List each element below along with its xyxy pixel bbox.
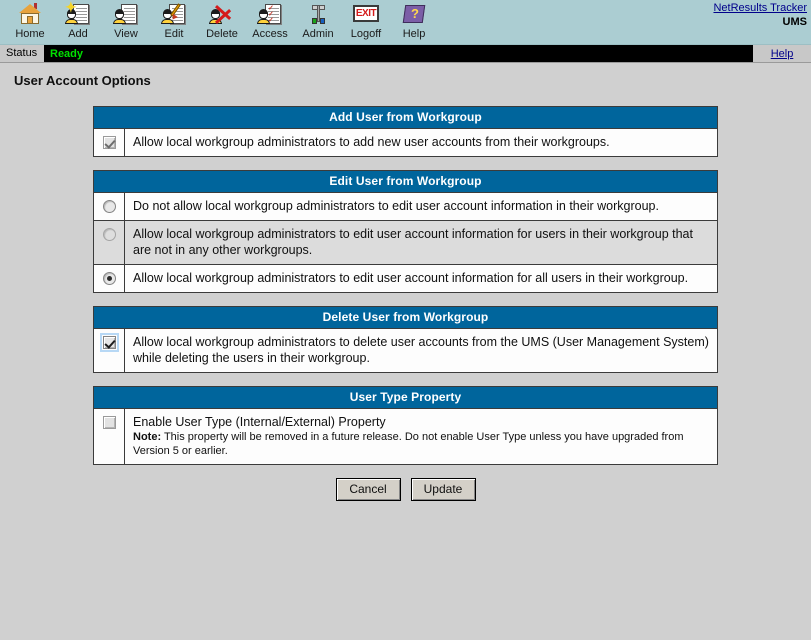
toolbar-items: Home ✦ Add View Edit Delete ✓ ✓ ✓ Access…: [0, 0, 811, 45]
view-user-icon: [112, 2, 140, 26]
admin-icon: [304, 2, 332, 26]
toolbar-button-edit[interactable]: Edit: [150, 0, 198, 44]
toolbar-label-edit: Edit: [164, 28, 184, 40]
status-value: Ready: [50, 47, 84, 60]
netresults-tracker-link[interactable]: NetResults Tracker: [713, 2, 807, 15]
radio-edit-user-own-workgroup-only[interactable]: [102, 228, 116, 241]
toolbar-label-delete: Delete: [206, 28, 238, 40]
checkbox-add-user-from-workgroup[interactable]: [102, 136, 116, 149]
option-row: Allow local workgroup administrators to …: [94, 328, 717, 372]
toolbar-button-delete[interactable]: Delete: [198, 0, 246, 44]
toolbar-label-logoff: Logoff: [350, 28, 382, 40]
option-label-add-user: Allow local workgroup administrators to …: [133, 135, 610, 149]
section-header-delete-user: Delete User from Workgroup: [94, 307, 717, 328]
edit-user-icon: [160, 2, 188, 26]
delete-user-icon: [208, 2, 236, 26]
brand-block: NetResults Tracker UMS: [713, 2, 807, 29]
section-user-type-property: User Type Property Enable User Type (Int…: [93, 386, 718, 465]
access-icon: ✓ ✓ ✓: [256, 2, 284, 26]
toolbar-button-add[interactable]: ✦ Add: [54, 0, 102, 44]
home-icon: [16, 2, 44, 26]
add-user-icon: ✦: [64, 0, 92, 26]
brand-subtitle: UMS: [782, 16, 807, 28]
note-label: Note:: [133, 431, 162, 443]
toolbar-label-access: Access: [252, 28, 288, 40]
option-label-enable-user-type: Enable User Type (Internal/External) Pro…: [133, 415, 386, 429]
exit-icon: EXIT: [352, 2, 380, 26]
section-delete-user: Delete User from Workgroup Allow local w…: [93, 306, 718, 373]
user-account-options-form: Add User from Workgroup Allow local work…: [93, 106, 718, 465]
page-title: User Account Options: [14, 73, 151, 88]
section-header-edit-user: Edit User from Workgroup: [94, 171, 717, 192]
option-label-edit-user-all-users: Allow local workgroup administrators to …: [133, 271, 689, 285]
section-header-user-type: User Type Property: [94, 387, 717, 408]
option-row: Do not allow local workgroup administrat…: [94, 192, 717, 220]
section-edit-user: Edit User from Workgroup Do not allow lo…: [93, 170, 718, 293]
control-cell: [94, 409, 125, 464]
option-cell-user-type: Enable User Type (Internal/External) Pro…: [125, 409, 717, 464]
option-row: Enable User Type (Internal/External) Pro…: [94, 408, 717, 464]
option-label-edit-user-none: Do not allow local workgroup administrat…: [133, 199, 659, 213]
toolbar-label-help: Help: [402, 28, 426, 40]
control-cell: [94, 329, 125, 372]
checkbox-delete-user-from-workgroup[interactable]: [99, 333, 119, 352]
option-row: Allow local workgroup administrators to …: [94, 128, 717, 156]
toolbar-button-home[interactable]: Home: [6, 0, 54, 44]
option-label-delete-user: Allow local workgroup administrators to …: [133, 335, 709, 365]
user-type-note: Note: This property will be removed in a…: [133, 430, 709, 458]
section-add-user: Add User from Workgroup Allow local work…: [93, 106, 718, 157]
control-cell: [94, 221, 125, 264]
note-text: This property will be removed in a futur…: [133, 431, 684, 457]
toolbar-button-help[interactable]: ? Help: [390, 0, 438, 44]
toolbar: Home ✦ Add View Edit Delete ✓ ✓ ✓ Access…: [0, 0, 811, 45]
control-cell: [94, 265, 125, 292]
help-book-icon: ?: [400, 2, 428, 26]
status-label: Status: [0, 45, 44, 62]
radio-edit-user-none[interactable]: [102, 200, 116, 213]
form-actions: Cancel Update: [93, 478, 718, 501]
help-link[interactable]: Help: [771, 48, 794, 60]
toolbar-button-admin[interactable]: Admin: [294, 0, 342, 44]
status-help-container: Help: [753, 45, 811, 62]
checkbox-enable-user-type[interactable]: [102, 416, 116, 429]
toolbar-label-admin: Admin: [302, 28, 334, 40]
status-bar: Status Ready Help: [0, 45, 811, 63]
toolbar-button-logoff[interactable]: EXIT Logoff: [342, 0, 390, 44]
section-header-add-user: Add User from Workgroup: [94, 107, 717, 128]
radio-edit-user-all-users[interactable]: [102, 272, 116, 285]
option-label-edit-user-own-workgroup-only: Allow local workgroup administrators to …: [133, 227, 693, 257]
control-cell: [94, 129, 125, 156]
update-button[interactable]: Update: [410, 478, 476, 501]
toolbar-label-view: View: [114, 28, 138, 40]
toolbar-button-access[interactable]: ✓ ✓ ✓ Access: [246, 0, 294, 44]
toolbar-label-home: Home: [15, 28, 45, 40]
toolbar-button-view[interactable]: View: [102, 0, 150, 44]
status-value-container: Ready: [44, 45, 753, 62]
option-row: Allow local workgroup administrators to …: [94, 220, 717, 264]
option-row: Allow local workgroup administrators to …: [94, 264, 717, 292]
cancel-button[interactable]: Cancel: [335, 478, 401, 501]
control-cell: [94, 193, 125, 220]
toolbar-label-add: Add: [68, 28, 88, 40]
